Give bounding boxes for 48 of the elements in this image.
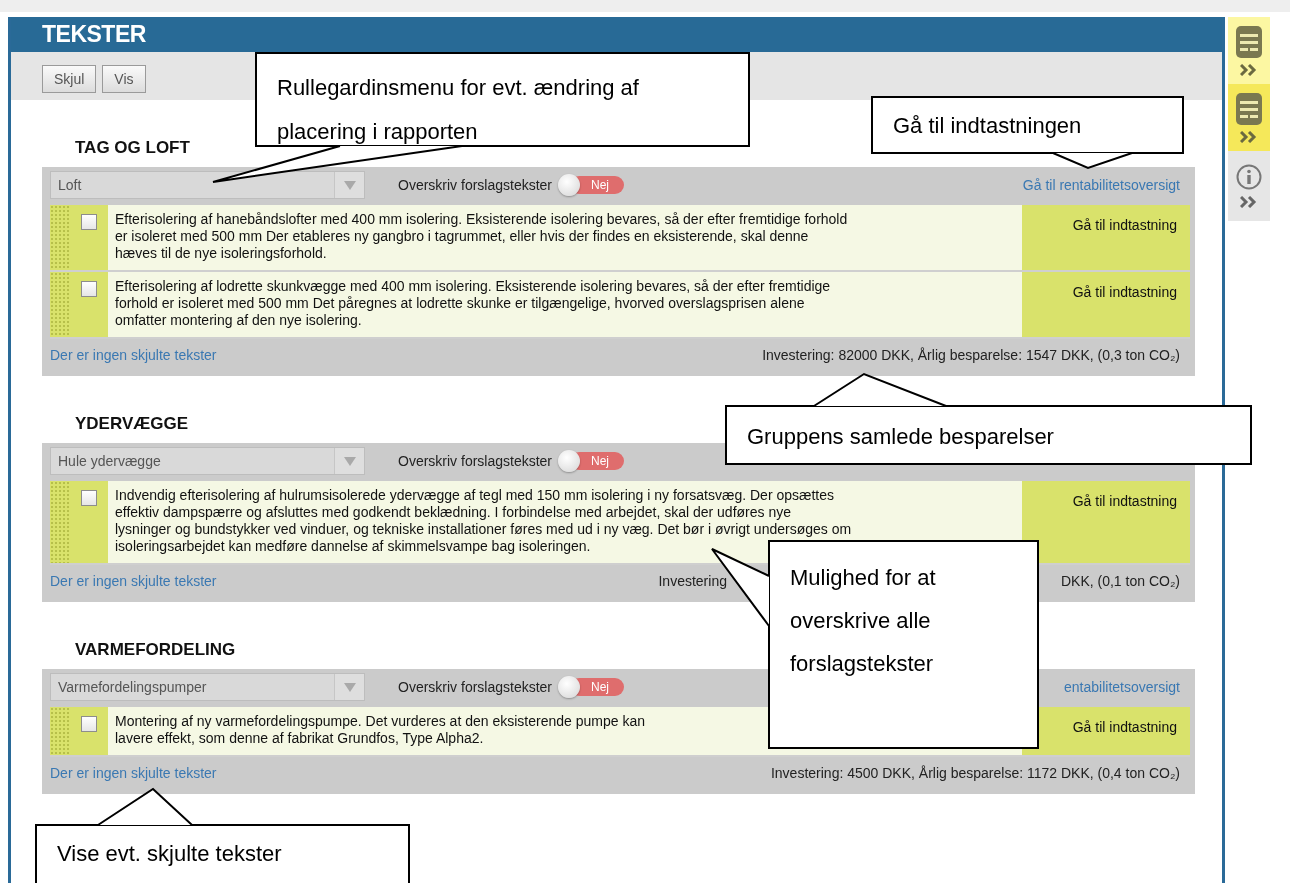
go-to-entry-link[interactable]: Gå til indtastning (1072, 284, 1177, 300)
placement-dropdown[interactable]: Hule ydervægge (50, 447, 365, 475)
suggestion-text: Efterisolering af hanebåndslofter med 400 mm isolering. Eksisterende isolering bevares, så der efter fremtidige forhold er isoleret med 500 mm Der etableres ny gangbro i tagrummet, eller hvis der findes en eksisterende, skal denne hæves til de nye isoleringsforhold. (114, 210, 849, 263)
double-chevron-icon (1240, 63, 1258, 76)
savings-summary: Investering: 4500 DKK, Årlig besparelse: 1172 DKK, (0,4 ton CO₂) (770, 765, 1180, 781)
hidden-texts-link[interactable]: Der er ingen skjulte tekster (50, 573, 217, 589)
overwrite-label: Overskriv forslagstekster (398, 177, 553, 193)
profitability-link[interactable]: entabilitetsoversigt (1064, 679, 1180, 695)
checkbox[interactable] (80, 716, 97, 732)
checkbox[interactable] (80, 214, 97, 230)
drag-handle[interactable] (50, 205, 69, 270)
suggestion-text: Montering af ny varmefordelingspumpe. Det vurderes at den eksisterende pumpe kan lavere effekt, som denne af fabrikat Grundfos, Type Alpha2. (114, 712, 646, 748)
overwrite-label: Overskriv forslagstekster (398, 679, 553, 695)
hidden-texts-link[interactable]: Der er ingen skjulte tekster (50, 347, 217, 363)
info-icon (1236, 164, 1262, 190)
list-icon (1236, 25, 1262, 58)
go-to-entry-link[interactable]: Gå til indtastning (1072, 217, 1177, 233)
sidebar-tab[interactable] (1228, 84, 1270, 151)
sidebar-tab[interactable] (1228, 17, 1270, 84)
callout: Mulighed for at overskrive alle forslagstekster (768, 540, 1039, 749)
group-heading: YDERVÆGGE (75, 414, 190, 434)
toolbar-button[interactable]: Vis (102, 65, 146, 93)
placement-dropdown[interactable]: Varmefordelingspumper (50, 673, 365, 701)
savings-summary: DKK, (0,1 ton CO₂) (1060, 573, 1180, 589)
sidebar-tab[interactable] (1228, 151, 1270, 221)
caret-icon (343, 682, 356, 692)
list-icon (1236, 92, 1262, 125)
caret-icon (343, 456, 356, 466)
checkbox[interactable] (80, 490, 97, 506)
drag-handle[interactable] (50, 272, 69, 337)
checkbox[interactable] (80, 281, 97, 297)
panel-title: TEKSTER (42, 21, 146, 48)
savings-summary: Investering: 82000 DKK, Årlig besparelse: 1547 DKK, (0,3 ton CO₂) (762, 347, 1180, 363)
profitability-link[interactable]: Gå til rentabilitetsoversigt (1022, 177, 1180, 193)
hidden-texts-link[interactable]: Der er ingen skjulte tekster (50, 765, 217, 781)
drag-handle[interactable] (50, 481, 69, 563)
go-to-entry-link[interactable]: Gå til indtastning (1072, 493, 1177, 509)
suggestion-text: Efterisolering af lodrette skunkvægge med 400 mm isolering. Eksisterende isolering bevares, så der efter fremtidige forhold er isoleret med 500 mm Det påregnes at lodrette skunke er tilgængelige, hvorved overslagsprisen alene omfatter montering af den nye isolering. (114, 277, 832, 330)
double-chevron-icon (1240, 196, 1258, 208)
toolbar-button[interactable]: Skjul (42, 65, 97, 93)
caret-icon (343, 180, 356, 190)
overwrite-label: Overskriv forslagstekster (398, 453, 553, 469)
double-chevron-icon (1240, 130, 1258, 143)
placement-dropdown[interactable]: Loft (50, 171, 365, 199)
group-heading: TAG OG LOFT (75, 138, 191, 158)
savings-summary: Investering (658, 573, 727, 589)
drag-handle[interactable] (50, 707, 69, 755)
group-heading: VARMEFORDELING (75, 640, 237, 660)
